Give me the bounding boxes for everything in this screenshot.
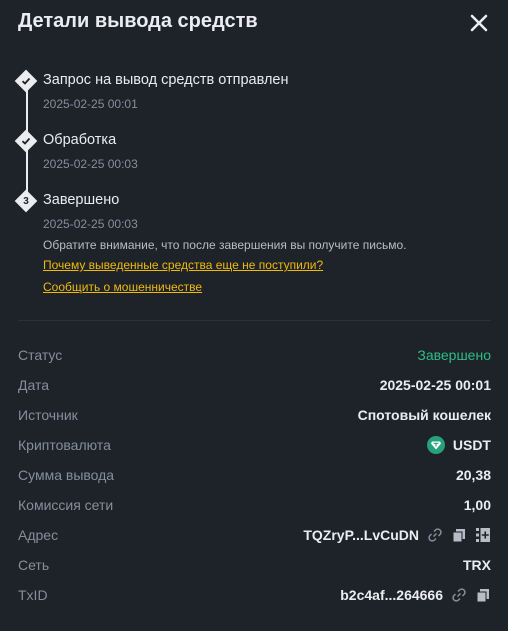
step-2-check-marker [14,129,38,153]
date-label: Дата [18,377,50,393]
check-icon [21,137,31,145]
step-2-title: Обработка [43,132,117,148]
address-value-group: TQZryP...LvCuDN [303,527,491,543]
crypto-row: Криптовалюта USDT [18,435,491,455]
crypto-value: USDT [426,436,491,454]
txid-value: b2c4af...264666 [340,587,443,603]
copy-icon[interactable] [451,527,467,543]
fee-value: 1,00 [463,497,491,513]
address-value: TQZryP...LvCuDN [303,527,419,543]
fee-label: Комиссия сети [18,497,114,513]
date-row: Дата 2025-02-25 00:01 [18,375,491,395]
report-fraud-link[interactable]: Сообщить о мошенничестве [43,280,202,294]
step-1-check-marker [14,69,38,93]
email-note: Обратите внимание, что после завершения … [43,238,407,252]
source-label: Источник [18,407,78,423]
source-row: Источник Спотовый кошелек [18,405,491,425]
address-label: Адрес [18,527,59,543]
step-3-title: Завершено [43,192,120,208]
crypto-label: Криптовалюта [18,437,111,453]
close-icon [470,14,488,32]
address-row: Адрес TQZryP...LvCuDN [18,525,491,545]
step-1-title: Запрос на вывод средств отправлен [43,72,289,88]
crypto-symbol: USDT [452,437,491,453]
not-received-link[interactable]: Почему выведенные средства еще не поступ… [43,258,323,272]
network-value: TRX [463,557,491,573]
status-row: Статус Завершено [18,345,491,365]
source-value: Спотовый кошелек [357,407,491,423]
txid-label: TxID [18,587,48,603]
txid-value-group: b2c4af...264666 [340,587,491,603]
link-icon[interactable] [427,527,443,543]
network-row: Сеть TRX [18,555,491,575]
link-icon[interactable] [451,587,467,603]
status-value: Завершено [417,347,491,363]
copy-icon[interactable] [475,587,491,603]
dialog-title: Детали вывода средств [18,10,258,32]
date-value: 2025-02-25 00:01 [379,377,491,393]
amount-row: Сумма вывода 20,38 [18,465,491,485]
txid-row: TxID b2c4af...264666 [18,585,491,605]
usdt-coin-icon [426,436,445,454]
step-2-time: 2025-02-25 00:03 [43,157,138,171]
status-label: Статус [18,347,63,363]
step-3-number: 3 [23,195,29,207]
step-3-number-marker: 3 [14,189,38,213]
check-icon [21,77,31,85]
amount-label: Сумма вывода [18,467,115,483]
step-1-time: 2025-02-25 00:01 [43,97,138,111]
close-button[interactable] [468,12,490,34]
amount-value: 20,38 [455,467,491,483]
fee-row: Комиссия сети 1,00 [18,495,491,515]
divider [18,320,491,321]
add-address-icon[interactable] [475,527,491,543]
network-label: Сеть [18,557,50,573]
step-3-time: 2025-02-25 00:03 [43,217,138,231]
